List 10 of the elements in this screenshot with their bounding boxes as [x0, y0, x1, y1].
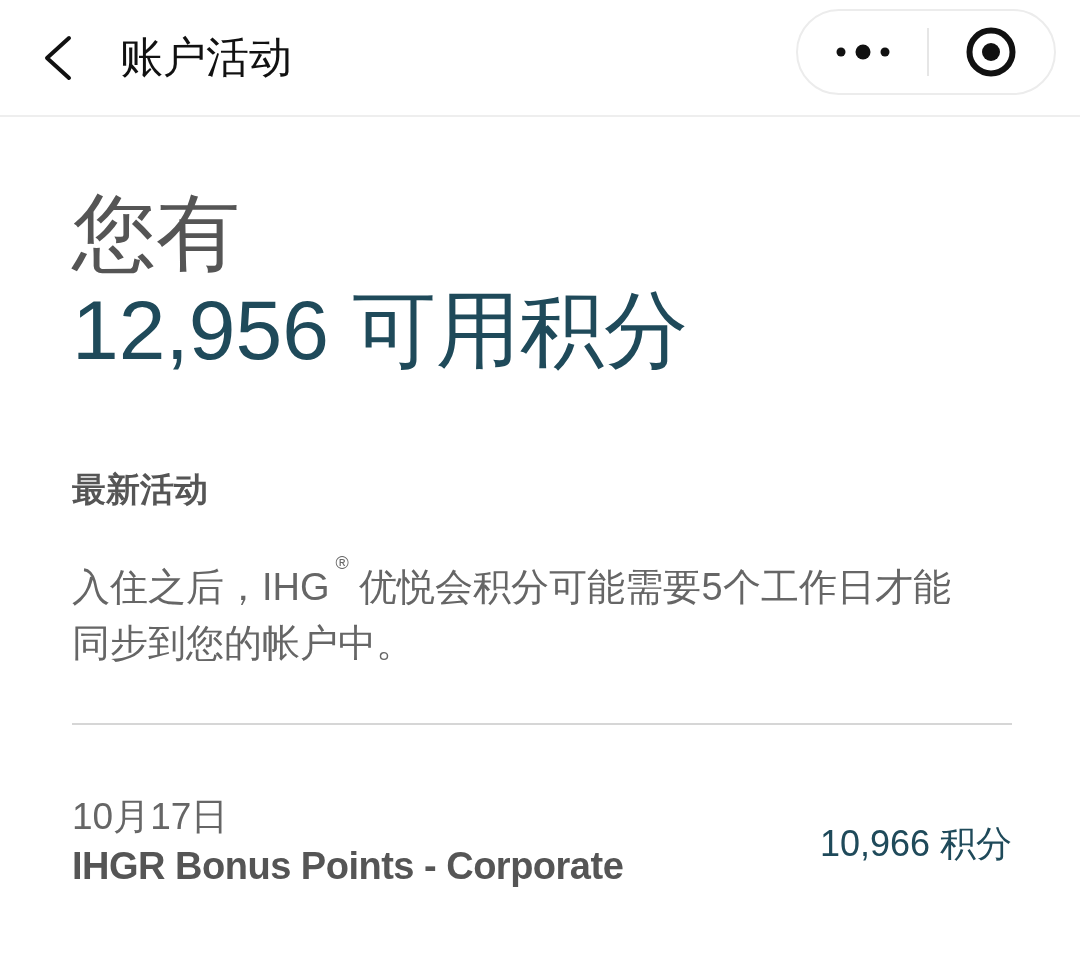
more-icon: [835, 43, 890, 60]
section-heading: 最新活动: [72, 469, 209, 511]
back-icon: [42, 34, 72, 81]
activity-date: 10月17日: [72, 795, 230, 840]
target-icon: [966, 26, 1017, 77]
page-title: 账户活动: [120, 36, 292, 79]
activity-points: 10,966 积分: [819, 821, 1012, 866]
balance-prefix: 您有: [72, 185, 241, 282]
points-balance: 12,956 可用积分: [72, 281, 690, 379]
activity-description: IHGR Bonus Points - Corporate: [72, 843, 624, 889]
